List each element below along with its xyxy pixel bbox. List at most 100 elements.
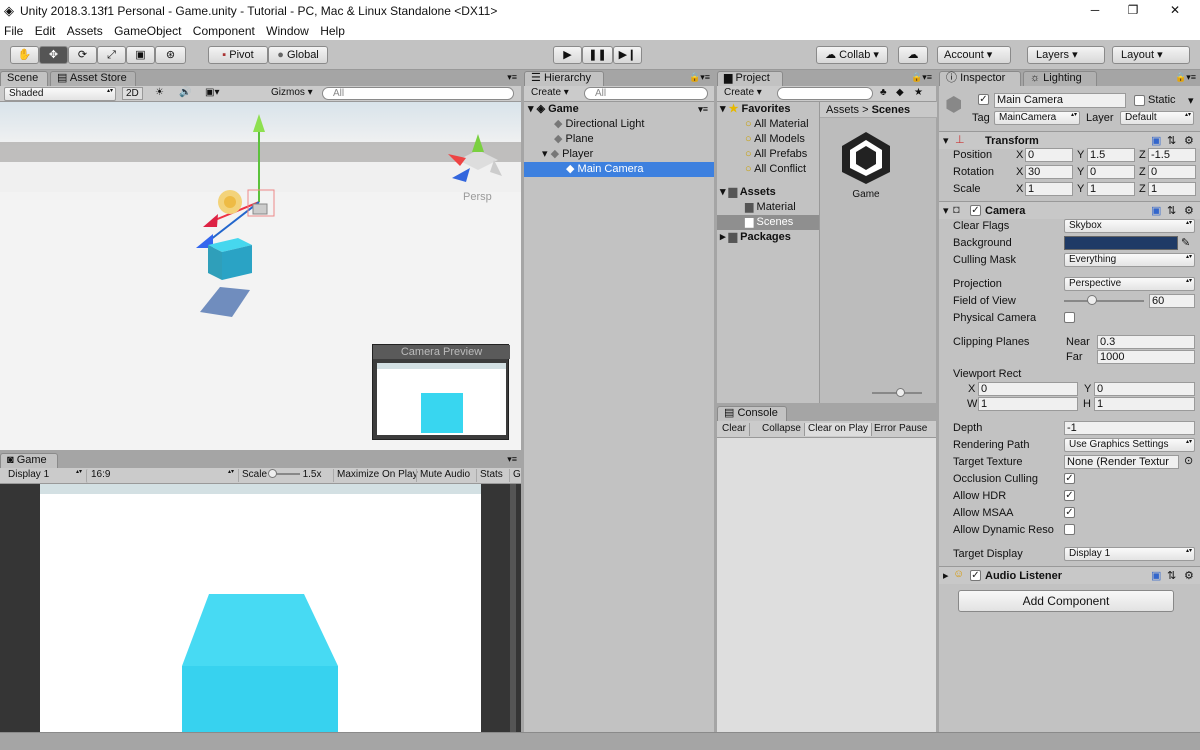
far-field[interactable]: 1000 (1097, 350, 1195, 364)
rotate-tool-icon[interactable]: ⟳ (68, 46, 97, 64)
background-color-swatch[interactable] (1064, 236, 1178, 250)
tab-lighting[interactable]: ☼ Lighting (1023, 71, 1097, 86)
audio-toggle-icon[interactable]: 🔊 (176, 87, 194, 100)
favorite-star-icon[interactable]: ★ (911, 87, 926, 100)
projection-dropdown[interactable]: Perspective (1064, 277, 1195, 291)
aspect-dropdown[interactable]: 16:9 (86, 469, 236, 483)
transform-header[interactable]: ▾ ⊥ Transform ▣ ⇅ ⚙ (939, 131, 1200, 149)
project-search-input[interactable] (777, 87, 873, 100)
icon-size-slider-knob[interactable] (896, 388, 905, 397)
favorite-all-prefabs[interactable]: ○ All Prefabs (717, 147, 819, 162)
hierarchy-item-main-camera[interactable]: ◆ Main Camera (524, 162, 714, 177)
expand-arrow-icon[interactable]: ▾ (720, 186, 726, 198)
near-field[interactable]: 0.3 (1097, 335, 1195, 349)
target-texture-field[interactable]: None (Render Textur (1064, 455, 1179, 469)
global-button[interactable]: ● Global (268, 46, 328, 64)
shading-dropdown[interactable]: Shaded (4, 87, 116, 101)
camera-header[interactable]: ▾ ◘ ✓ Camera ▣ ⇅ ⚙ (939, 201, 1200, 219)
cloud-icon[interactable]: ☁ (898, 46, 928, 64)
object-name-input[interactable]: Main Camera (994, 93, 1126, 108)
position-x-field[interactable]: 0 (1025, 148, 1073, 162)
eyedropper-icon[interactable]: ✎ (1181, 236, 1190, 249)
presets-icon[interactable]: ⇅ (1167, 134, 1176, 147)
step-button[interactable]: ▶❙ (613, 46, 642, 64)
close-button[interactable]: ✕ (1160, 3, 1190, 17)
minimize-button[interactable]: ─ (1080, 3, 1110, 17)
menu-edit[interactable]: Edit (31, 22, 60, 38)
favorites-item[interactable]: ▾ ★ Favorites (717, 102, 819, 117)
favorite-all-material[interactable]: ○ All Material (717, 117, 819, 132)
stats-toggle[interactable]: Stats (476, 469, 506, 482)
scene-search-input[interactable]: All (322, 87, 514, 100)
lighting-toggle-icon[interactable]: ☀ (152, 87, 167, 100)
tag-dropdown[interactable]: MainCamera (994, 111, 1080, 125)
help-icon[interactable]: ▣ (1151, 134, 1161, 147)
menu-gameobject[interactable]: GameObject (110, 22, 185, 38)
effects-toggle-icon[interactable]: ▣▾ (202, 87, 222, 100)
scene-menu-icon[interactable]: ▾≡ (698, 102, 714, 117)
viewport-h-field[interactable]: 1 (1094, 397, 1195, 411)
transform-tool-icon[interactable]: ⊛ (155, 46, 186, 64)
expand-arrow-icon[interactable]: ▾ (720, 103, 726, 115)
play-button[interactable]: ▶ (553, 46, 582, 64)
panel-menu-icon[interactable]: ▾≡ (507, 72, 517, 83)
help-icon[interactable]: ▣ (1151, 204, 1161, 217)
culling-mask-dropdown[interactable]: Everything (1064, 253, 1195, 267)
pause-button[interactable]: ❚❚ (582, 46, 613, 64)
hierarchy-item-plane[interactable]: ◆ Plane (524, 132, 714, 147)
menu-file[interactable]: File (0, 22, 27, 38)
layer-dropdown[interactable]: Default (1120, 111, 1194, 125)
rotation-x-field[interactable]: 30 (1025, 165, 1073, 179)
hierarchy-create-dropdown[interactable]: Create ▾ (528, 87, 572, 100)
hierarchy-item-directional-light[interactable]: ◆ Directional Light (524, 117, 714, 132)
tab-console[interactable]: ▤ Console (717, 406, 787, 421)
physical-camera-checkbox[interactable] (1064, 312, 1075, 323)
maximize-button[interactable]: ❐ (1118, 3, 1148, 17)
packages-item[interactable]: ▸ ▆ Packages (717, 230, 819, 245)
rect-tool-icon[interactable]: ▣ (126, 46, 155, 64)
rendering-path-dropdown[interactable]: Use Graphics Settings (1064, 438, 1195, 452)
occlusion-culling-checkbox[interactable]: ✓ (1064, 473, 1075, 484)
expand-arrow-icon[interactable]: ▾ (542, 148, 548, 160)
console-collapse-button[interactable]: Collapse (759, 423, 805, 436)
breadcrumb-root[interactable]: Assets (826, 104, 859, 116)
scale-z-field[interactable]: 1 (1148, 182, 1196, 196)
console-clear-button[interactable]: Clear (719, 423, 750, 436)
game-scrollbar[interactable] (510, 484, 516, 732)
hierarchy-item-player[interactable]: ▾ ◆ Player (524, 147, 714, 162)
maximize-on-play-toggle[interactable]: Maximize On Play (333, 469, 421, 482)
viewport-w-field[interactable]: 1 (978, 397, 1078, 411)
fold-arrow-icon[interactable]: ▾ (943, 134, 949, 147)
favorite-all-conflict[interactable]: ○ All Conflict (717, 162, 819, 177)
target-display-dropdown[interactable]: Display 1 (1064, 547, 1195, 561)
allow-hdr-checkbox[interactable]: ✓ (1064, 490, 1075, 501)
collab-button[interactable]: ☁ Collab ▾ (816, 46, 888, 64)
scale-control[interactable]: Scale 1.5x (238, 469, 324, 482)
breadcrumb-current[interactable]: Scenes (872, 104, 911, 116)
scale-tool-icon[interactable]: ⤢ (97, 46, 126, 64)
filter-label-icon[interactable]: ◆ (893, 87, 907, 100)
object-picker-icon[interactable]: ⊙ (1184, 454, 1193, 467)
mute-audio-toggle[interactable]: Mute Audio (416, 469, 473, 482)
hierarchy-lock-icon[interactable]: 🔒▾≡ (689, 72, 710, 83)
tab-project[interactable]: ▆ Project (717, 71, 783, 86)
filter-type-icon[interactable]: ♣ (877, 87, 890, 100)
assets-item[interactable]: ▾ ▆ Assets (717, 185, 819, 200)
rotation-z-field[interactable]: 0 (1148, 165, 1196, 179)
settings-gear-icon[interactable]: ⚙ (1184, 569, 1194, 582)
favorite-all-models[interactable]: ○ All Models (717, 132, 819, 147)
console-clear-on-play-button[interactable]: Clear on Play (805, 423, 873, 436)
audio-listener-header[interactable]: ▸ ☺ ✓ Audio Listener ▣ ⇅ ⚙ (939, 566, 1200, 584)
presets-icon[interactable]: ⇅ (1167, 204, 1176, 217)
settings-gear-icon[interactable]: ⚙ (1184, 204, 1194, 217)
menu-assets[interactable]: Assets (63, 22, 107, 38)
tab-inspector[interactable]: ⓘ Inspector (939, 71, 1021, 86)
console-error-pause-button[interactable]: Error Pause (871, 423, 930, 436)
tab-scene[interactable]: Scene (0, 71, 48, 86)
game-viewport[interactable] (0, 484, 521, 732)
inspector-lock-icon[interactable]: 🔒▾≡ (1175, 72, 1196, 83)
project-create-dropdown[interactable]: Create ▾ (721, 87, 765, 100)
position-z-field[interactable]: -1.5 (1148, 148, 1196, 162)
folder-material[interactable]: ▆ Material (717, 200, 819, 215)
fold-arrow-icon[interactable]: ▸ (943, 569, 949, 582)
